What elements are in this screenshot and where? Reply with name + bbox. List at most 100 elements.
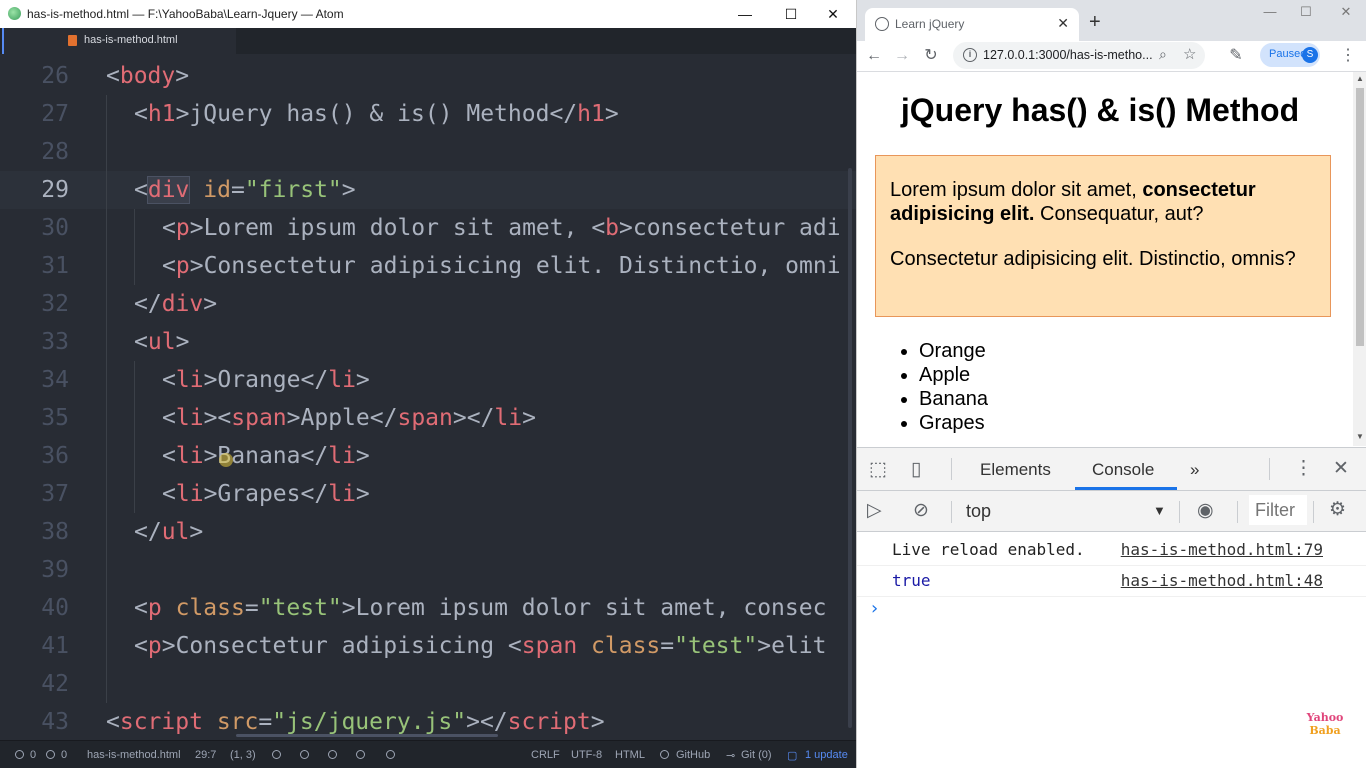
code-line[interactable]: 34 <li>Orange</li>: [0, 361, 856, 399]
console-source-link[interactable]: has-is-method.html:79: [1121, 534, 1323, 565]
code-editor[interactable]: 26 <body> 27 <h1>jQuery has() & is() Method…: [0, 54, 856, 738]
package-icon[interactable]: [300, 750, 309, 759]
chrome-maximize-button[interactable]: ☐: [1291, 4, 1321, 26]
new-tab-button[interactable]: +: [1089, 11, 1101, 34]
chrome-close-button[interactable]: ✕: [1331, 4, 1361, 26]
line-number[interactable]: 42: [0, 665, 69, 703]
browser-tab-learn-jquery[interactable]: Learn jQuery ✕: [865, 8, 1079, 41]
console-filter-input[interactable]: [1249, 495, 1307, 525]
page-scroll-thumb[interactable]: [1356, 88, 1364, 346]
site-info-icon[interactable]: i: [963, 48, 977, 62]
code-line[interactable]: 38 </ul>: [0, 513, 856, 551]
page-vertical-scrollbar[interactable]: ▲ ▼: [1353, 72, 1366, 446]
gear-icon[interactable]: ⚙: [1329, 498, 1346, 521]
line-number[interactable]: 31: [0, 247, 69, 285]
bookmark-star-icon[interactable]: ☆: [1183, 45, 1196, 63]
line-ending[interactable]: CRLF: [531, 749, 560, 761]
chrome-minimize-button[interactable]: —: [1255, 4, 1285, 26]
github-icon[interactable]: [660, 750, 669, 759]
line-number[interactable]: 33: [0, 323, 69, 361]
scroll-down-icon[interactable]: ▼: [1356, 432, 1364, 441]
devtools-menu-icon[interactable]: ⋮: [1294, 457, 1313, 480]
line-number[interactable]: 39: [0, 551, 69, 589]
tab-elements[interactable]: Elements: [980, 460, 1051, 480]
scroll-up-icon[interactable]: ▲: [1356, 74, 1364, 83]
code-line[interactable]: 33 <ul>: [0, 323, 856, 361]
circle-icon[interactable]: [356, 750, 365, 759]
update-notification[interactable]: 1 update: [805, 749, 848, 761]
code-line[interactable]: 29 <div id="first">: [0, 171, 856, 209]
code-line[interactable]: 42: [0, 665, 856, 703]
inspect-element-icon[interactable]: ⬚: [869, 458, 887, 481]
line-number[interactable]: 34: [0, 361, 69, 399]
code-line[interactable]: 35 <li><span>Apple</span></li>: [0, 399, 856, 437]
code-line[interactable]: 28: [0, 133, 856, 171]
code-line[interactable]: 27 <h1>jQuery has() & is() Method</h1>: [0, 95, 856, 133]
github-panel-button[interactable]: GitHub: [676, 749, 710, 761]
line-number[interactable]: 29: [0, 171, 69, 209]
console-prompt[interactable]: ›: [869, 598, 880, 619]
line-number[interactable]: 30: [0, 209, 69, 247]
code-line[interactable]: 31 <p>Consectetur adipisicing elit. Disti…: [0, 247, 856, 285]
live-expression-eye-icon[interactable]: ◉: [1197, 499, 1214, 522]
code-line[interactable]: 43 <script src="js/jquery.js"></script>: [0, 703, 856, 738]
tab-console[interactable]: Console: [1092, 460, 1154, 480]
error-icon[interactable]: [15, 750, 24, 759]
warning-count[interactable]: 0: [61, 749, 67, 761]
selection-count[interactable]: (1, 3): [230, 749, 256, 761]
line-number[interactable]: 38: [0, 513, 69, 551]
update-icon[interactable]: ▢: [787, 749, 797, 762]
line-number[interactable]: 26: [0, 57, 69, 95]
editor-vertical-scrollbar[interactable]: [848, 168, 852, 728]
device-toolbar-icon[interactable]: ▯: [911, 458, 921, 481]
extension-icon[interactable]: ✎: [1225, 45, 1247, 67]
forward-icon[interactable]: →: [891, 45, 913, 67]
back-icon[interactable]: ←: [863, 45, 885, 67]
line-number[interactable]: 35: [0, 399, 69, 437]
console-source-link[interactable]: has-is-method.html:48: [1121, 565, 1323, 596]
minimize-button[interactable]: —: [722, 0, 768, 28]
context-selector[interactable]: top: [966, 501, 991, 522]
editor-horizontal-scrollbar[interactable]: [236, 734, 498, 737]
code-line[interactable]: 30 <p>Lorem ipsum dolor sit amet, <b>cons…: [0, 209, 856, 247]
sidebar-toggle-icon[interactable]: ▷: [867, 499, 882, 522]
git-branch-icon[interactable]: ⊸: [726, 749, 735, 762]
code-line[interactable]: 41 <p>Consectetur adipisicing <span class…: [0, 627, 856, 665]
url-text[interactable]: 127.0.0.1:3000/has-is-metho...: [983, 48, 1153, 62]
git-panel-button[interactable]: Git (0): [741, 749, 772, 761]
line-number[interactable]: 32: [0, 285, 69, 323]
status-file-path[interactable]: has-is-method.html: [87, 749, 181, 761]
warning-icon[interactable]: [46, 750, 55, 759]
line-number[interactable]: 43: [0, 703, 69, 738]
line-number[interactable]: 36: [0, 437, 69, 475]
code-line[interactable]: 40 <p class="test">Lorem ipsum dolor sit …: [0, 589, 856, 627]
chevron-down-icon[interactable]: ▼: [1153, 503, 1166, 518]
more-tabs-button[interactable]: »: [1190, 460, 1199, 480]
teletype-icon[interactable]: [272, 750, 281, 759]
line-number[interactable]: 28: [0, 133, 69, 171]
code-line[interactable]: 39: [0, 551, 856, 589]
grammar-selector[interactable]: HTML: [615, 749, 645, 761]
chrome-menu-icon[interactable]: ⋮: [1337, 45, 1359, 67]
code-line[interactable]: 32 </div>: [0, 285, 856, 323]
maximize-button[interactable]: ☐: [768, 0, 814, 28]
address-bar[interactable]: i 127.0.0.1:3000/has-is-metho... ⌕ ☆: [953, 42, 1205, 69]
file-encoding[interactable]: UTF-8: [571, 749, 602, 761]
code-line[interactable]: 26 <body>: [0, 57, 856, 95]
clear-console-icon[interactable]: ⊘: [913, 499, 929, 522]
sync-icon[interactable]: [328, 750, 337, 759]
error-count[interactable]: 0: [30, 749, 36, 761]
reload-icon[interactable]: ↻: [920, 45, 942, 67]
cursor-position[interactable]: 29:7: [195, 749, 216, 761]
profile-button[interactable]: Paused S: [1260, 43, 1320, 67]
editor-tab-has-is-method[interactable]: has-is-method.html: [2, 28, 236, 54]
line-number[interactable]: 27: [0, 95, 69, 133]
line-number[interactable]: 41: [0, 627, 69, 665]
line-number[interactable]: 40: [0, 589, 69, 627]
close-devtools-icon[interactable]: ✕: [1333, 457, 1349, 480]
close-button[interactable]: ✕: [810, 0, 856, 28]
code-line[interactable]: 37 <li>Grapes</li>: [0, 475, 856, 513]
close-tab-icon[interactable]: ✕: [1057, 15, 1069, 32]
code-line[interactable]: 36 <li>Banana</li>: [0, 437, 856, 475]
line-number[interactable]: 37: [0, 475, 69, 513]
